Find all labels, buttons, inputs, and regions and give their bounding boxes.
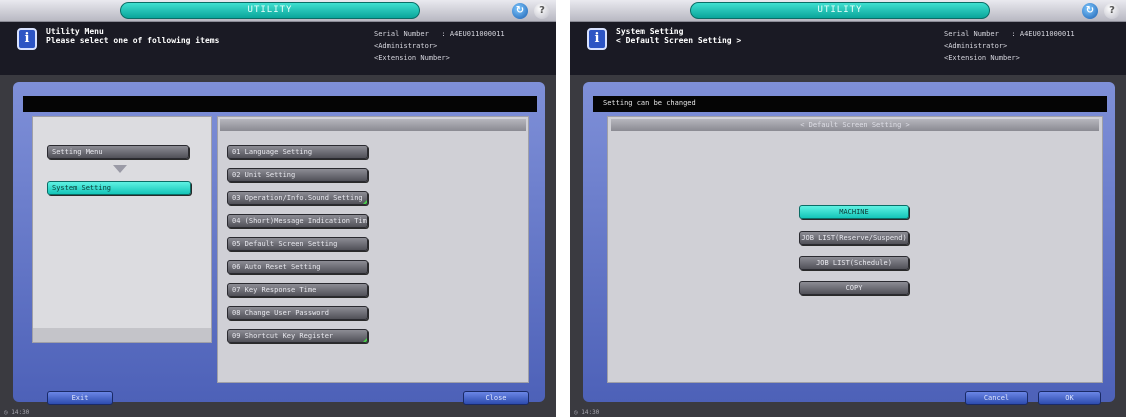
extension-number: <Extension Number> — [374, 54, 450, 62]
list-item-message-indication-time[interactable]: 04 (Short)Message Indication Time — [227, 214, 368, 228]
utility-title-pill: UTILITY — [690, 2, 990, 19]
list-item-default-screen-setting[interactable]: 05 Default Screen Setting — [227, 237, 368, 251]
info-icon: i — [17, 28, 37, 50]
clock-time: 14:30 — [11, 409, 30, 416]
status-message: Setting can be changed — [603, 99, 696, 107]
job-status-icon[interactable]: ↻ — [512, 3, 528, 19]
clock: ◷ 14:30 — [574, 409, 600, 416]
info-icon: i — [587, 28, 607, 50]
dialog-title: < Default Screen Setting > — [611, 119, 1099, 131]
user-role: <Administrator> — [374, 42, 438, 50]
panel-footer — [33, 328, 211, 342]
setting-menu-button[interactable]: Setting Menu — [47, 145, 189, 159]
option-job-list-schedule-button[interactable]: JOB LIST(Schedule) — [799, 256, 909, 270]
list-header — [220, 119, 526, 131]
utility-menu-screen: UTILITY ↻ ? i Utility Menu Please select… — [0, 0, 556, 417]
default-screen-setting-screen: UTILITY ↻ ? i System Setting < Default S… — [570, 0, 1126, 417]
list-item-unit-setting[interactable]: 02 Unit Setting — [227, 168, 368, 182]
item-label: 03 Operation/Info.Sound Setting — [232, 194, 363, 202]
help-icon[interactable]: ? — [1104, 3, 1120, 19]
system-setting-button[interactable]: System Setting — [47, 181, 191, 195]
cancel-button[interactable]: Cancel — [965, 391, 1028, 405]
ok-button[interactable]: OK — [1038, 391, 1101, 405]
list-item-shortcut-key-register[interactable]: 09 Shortcut Key Register — [227, 329, 368, 343]
help-icon[interactable]: ? — [534, 3, 550, 19]
option-copy-button[interactable]: COPY — [799, 281, 909, 295]
item-label: 09 Shortcut Key Register — [232, 332, 334, 340]
list-item-auto-reset-setting[interactable]: 06 Auto Reset Setting — [227, 260, 368, 274]
exit-button[interactable]: Exit — [47, 391, 113, 405]
settings-dialog — [607, 116, 1103, 383]
list-item-change-user-password[interactable]: 08 Change User Password — [227, 306, 368, 320]
extension-number: <Extension Number> — [944, 54, 1020, 62]
device-info: Serial Number : A4EU011000011 <Administr… — [944, 28, 1124, 64]
shortcut-corner-icon — [363, 200, 367, 204]
user-role: <Administrator> — [944, 42, 1008, 50]
page-title: Utility Menu Please select one of follow… — [46, 27, 220, 45]
message-bar — [23, 96, 537, 112]
down-arrow-icon — [113, 165, 127, 173]
option-job-list-reserve-button[interactable]: JOB LIST(Reserve/Suspend) — [799, 231, 909, 245]
clock: ◷ 14:30 — [4, 409, 30, 416]
screenshot-pair: UTILITY ↻ ? i Utility Menu Please select… — [0, 0, 1126, 417]
serial-number: Serial Number : A4EU011000011 — [374, 30, 505, 38]
list-item-language-setting[interactable]: 01 Language Setting — [227, 145, 368, 159]
list-item-operation-sound-setting[interactable]: 03 Operation/Info.Sound Setting — [227, 191, 368, 205]
status-bar: UTILITY ↻ ? — [0, 0, 556, 22]
header: i System Setting < Default Screen Settin… — [570, 22, 1126, 75]
header: i Utility Menu Please select one of foll… — [0, 22, 556, 75]
close-button[interactable]: Close — [463, 391, 529, 405]
device-info: Serial Number : A4EU011000011 <Administr… — [374, 28, 554, 64]
utility-title-pill: UTILITY — [120, 2, 420, 19]
serial-number: Serial Number : A4EU011000011 — [944, 30, 1075, 38]
shortcut-corner-icon — [363, 338, 367, 342]
list-item-key-response-time[interactable]: 07 Key Response Time — [227, 283, 368, 297]
page-title: System Setting < Default Screen Setting … — [616, 27, 742, 45]
clock-time: 14:30 — [581, 409, 600, 416]
job-status-icon[interactable]: ↻ — [1082, 3, 1098, 19]
status-bar: UTILITY ↻ ? — [570, 0, 1126, 22]
option-machine-button[interactable]: MACHINE — [799, 205, 909, 219]
